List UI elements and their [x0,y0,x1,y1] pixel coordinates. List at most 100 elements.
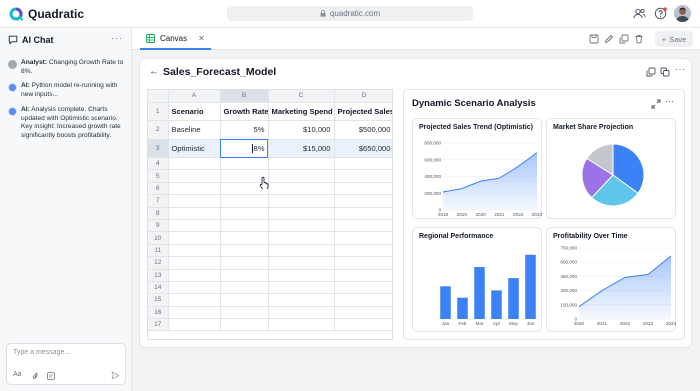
duplicate-icon[interactable] [619,34,629,44]
cell[interactable] [268,207,335,220]
cell[interactable] [220,231,269,245]
cell[interactable] [334,244,392,258]
column-header[interactable]: D [334,90,392,103]
cell[interactable] [334,293,392,307]
cell[interactable] [220,219,269,233]
copy-icon[interactable] [646,67,656,77]
cell[interactable] [220,256,269,270]
cell[interactable] [268,244,335,258]
cell[interactable] [168,219,221,233]
spreadsheet[interactable]: A B C D 1 Scenario Growth Rate Marketing… [147,89,393,340]
cell[interactable] [168,256,221,270]
cell[interactable]: Marketing Spend [268,102,335,121]
corner-cell[interactable] [148,90,169,103]
app-logo[interactable]: Quadratic [8,6,84,22]
row-number[interactable]: 3 [148,139,169,158]
cell[interactable] [268,231,335,245]
cell[interactable] [268,182,335,196]
cell[interactable] [168,169,221,183]
cell[interactable] [268,169,335,183]
cell[interactable] [220,293,269,307]
row-number[interactable]: 17 [148,318,169,332]
tab-canvas[interactable]: Canvas ✕ [140,28,211,50]
cell[interactable]: $15,000 [268,139,335,158]
active-cell[interactable]: 8% [220,139,269,158]
cell[interactable]: Baseline [168,120,221,140]
chat-input[interactable]: Type a message... Aa [6,343,126,385]
cell[interactable] [334,269,392,282]
cell[interactable] [168,157,221,171]
format-text-button[interactable]: Aa [13,371,22,378]
row-number[interactable]: 12 [148,256,169,270]
cell[interactable]: $500,000 [334,120,392,140]
more-options-icon[interactable]: ··· [665,96,675,106]
cell[interactable] [168,269,221,282]
cell[interactable] [268,293,335,307]
cell[interactable] [268,269,335,282]
cell[interactable] [220,318,269,332]
cell[interactable] [168,281,221,295]
cell[interactable]: $10,000 [268,120,335,140]
cell[interactable] [268,219,335,233]
edit-icon[interactable] [604,34,614,44]
row-number[interactable]: 11 [148,244,169,258]
url-bar[interactable]: quadratic.com [227,6,473,21]
row-number[interactable]: 7 [148,194,169,208]
back-arrow-icon[interactable]: ← [149,66,159,77]
close-tab-icon[interactable]: ✕ [198,34,205,43]
cell[interactable]: Optimistic [168,139,221,158]
cell[interactable]: 5% [220,120,269,140]
send-icon[interactable] [111,371,120,380]
row-number[interactable]: 2 [148,120,169,140]
cell[interactable] [220,244,269,258]
cell[interactable] [268,194,335,208]
row-number[interactable]: 16 [148,306,169,320]
users-icon[interactable] [633,7,646,20]
row-number[interactable]: 5 [148,169,169,183]
row-number[interactable]: 9 [148,219,169,233]
cell[interactable]: Growth Rate [220,102,269,121]
cell[interactable] [220,194,269,208]
template-icon[interactable] [47,372,55,380]
cell[interactable] [220,207,269,220]
user-avatar[interactable] [674,5,691,22]
cell[interactable] [334,194,392,208]
cell[interactable] [168,231,221,245]
delete-icon[interactable] [634,34,644,44]
column-header[interactable]: A [168,90,221,103]
column-header[interactable]: C [268,90,335,103]
cell[interactable] [220,281,269,295]
cell[interactable] [334,182,392,196]
column-header[interactable]: B [220,90,269,103]
save-button[interactable]: + Save [655,31,693,47]
cell[interactable] [334,306,392,320]
row-number[interactable]: 6 [148,182,169,196]
cell[interactable] [168,306,221,320]
cell[interactable] [268,281,335,295]
cell[interactable] [334,169,392,183]
row-number[interactable]: 15 [148,293,169,307]
cell[interactable] [268,306,335,320]
cell[interactable] [268,256,335,270]
cell[interactable] [168,207,221,220]
cell[interactable] [334,231,392,245]
cell[interactable]: Scenario [168,102,221,121]
row-number[interactable]: 14 [148,281,169,295]
cell[interactable]: Projected Sales [334,102,392,121]
row-number[interactable]: 4 [148,157,169,171]
cell[interactable] [168,194,221,208]
cell[interactable] [268,318,335,332]
duplicate-icon[interactable] [660,67,670,77]
cell[interactable] [334,219,392,233]
save-file-icon[interactable] [589,34,599,44]
cell[interactable]: $650,000 [334,139,392,158]
cell[interactable] [168,293,221,307]
row-number[interactable]: 10 [148,231,169,245]
cell[interactable] [168,318,221,332]
cell[interactable] [334,157,392,171]
more-options-icon[interactable]: ··· [111,33,123,43]
row-number[interactable]: 8 [148,207,169,220]
help-icon[interactable] [654,7,667,20]
more-options-icon[interactable]: ··· [675,64,685,74]
cell[interactable] [220,269,269,282]
